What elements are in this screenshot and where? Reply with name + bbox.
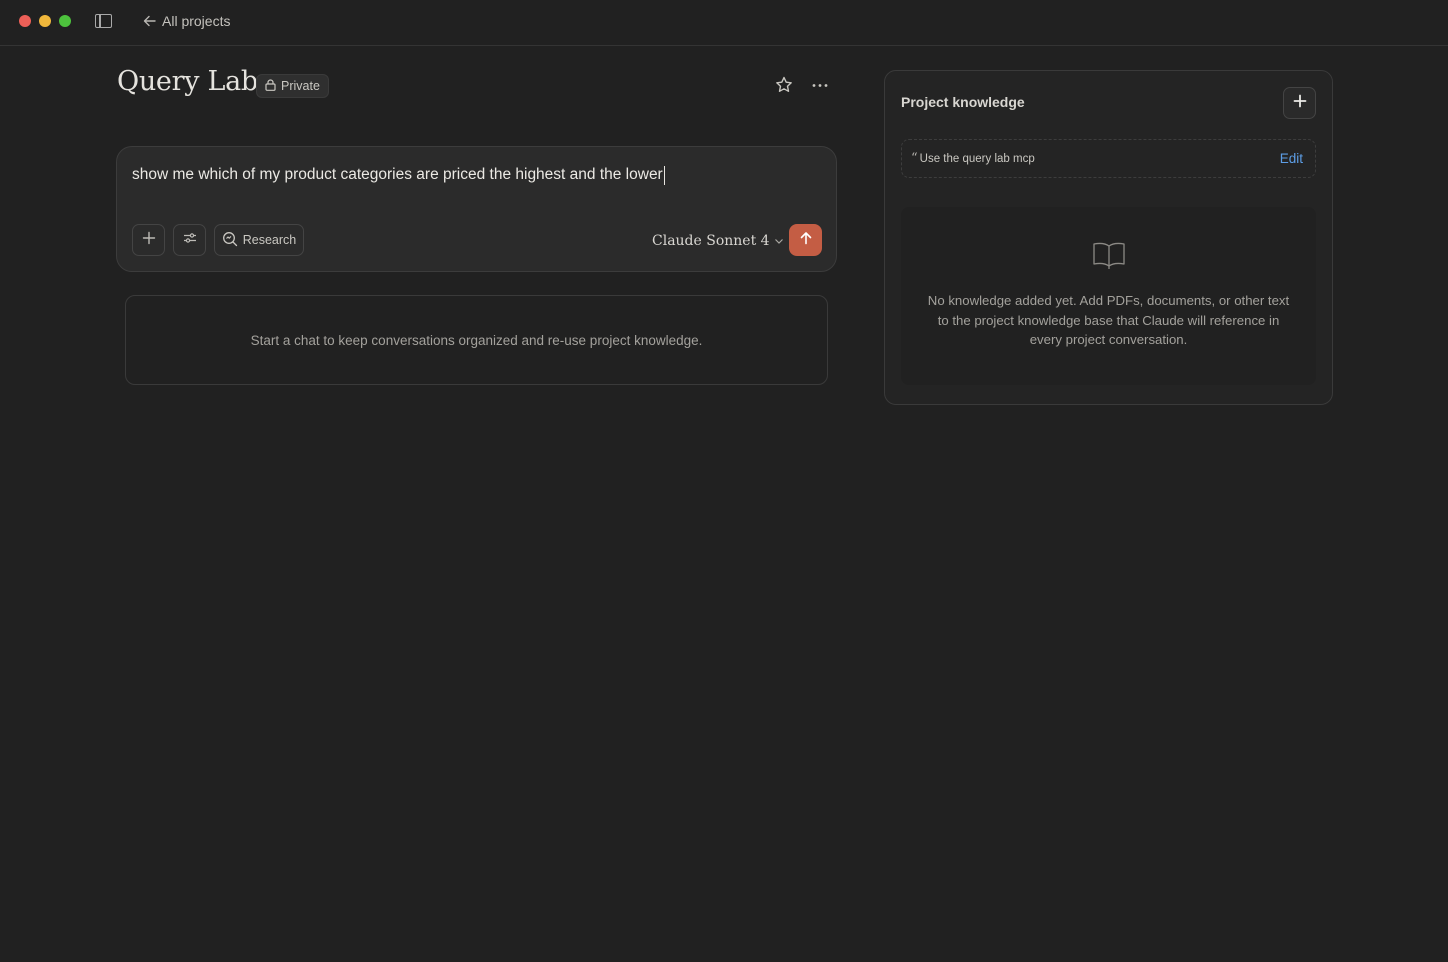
sliders-icon bbox=[183, 231, 197, 249]
window-minimize-button[interactable] bbox=[39, 15, 51, 27]
visibility-badge[interactable]: Private bbox=[256, 74, 329, 98]
lock-icon bbox=[265, 78, 276, 94]
model-label: Claude Sonnet 4 bbox=[652, 233, 770, 249]
title-bar: All projects bbox=[0, 0, 1448, 46]
project-knowledge-panel: Project knowledge “ Use the query lab mc… bbox=[884, 70, 1333, 405]
arrow-left-icon bbox=[143, 15, 156, 27]
research-button[interactable]: Research bbox=[214, 224, 304, 256]
quote-icon: “ bbox=[911, 151, 918, 166]
chat-composer: show me which of my product categories a… bbox=[116, 146, 837, 272]
knowledge-title: Project knowledge bbox=[901, 94, 1025, 110]
research-label: Research bbox=[242, 233, 297, 247]
edit-instructions-link[interactable]: Edit bbox=[1280, 151, 1303, 166]
search-icon bbox=[222, 231, 238, 250]
project-title: Query Lab bbox=[117, 66, 258, 97]
knowledge-empty-state: No knowledge added yet. Add PDFs, docume… bbox=[901, 207, 1316, 385]
back-label: All projects bbox=[162, 13, 231, 29]
project-instructions[interactable]: “ Use the query lab mcp Edit bbox=[901, 139, 1316, 178]
all-projects-link[interactable]: All projects bbox=[143, 11, 230, 31]
message-input-text: show me which of my product categories a… bbox=[132, 166, 663, 183]
add-knowledge-button[interactable] bbox=[1283, 87, 1316, 119]
ellipsis-icon bbox=[810, 82, 830, 99]
model-selector[interactable]: Claude Sonnet 4 bbox=[652, 231, 784, 251]
chevron-down-icon bbox=[774, 233, 784, 249]
conversations-empty-state: Start a chat to keep conversations organ… bbox=[125, 295, 828, 385]
add-content-button[interactable] bbox=[132, 224, 165, 256]
plus-icon bbox=[1293, 94, 1307, 113]
book-open-icon bbox=[1092, 240, 1126, 275]
window-maximize-button[interactable] bbox=[59, 15, 71, 27]
instruction-text: Use the query lab mcp bbox=[919, 152, 1035, 165]
window-close-button[interactable] bbox=[19, 15, 31, 27]
sidebar-icon[interactable] bbox=[95, 14, 112, 28]
visibility-label: Private bbox=[281, 79, 320, 93]
message-input[interactable]: show me which of my product categories a… bbox=[132, 163, 812, 187]
arrow-up-icon bbox=[799, 231, 813, 250]
star-icon bbox=[774, 76, 794, 99]
empty-state-message: Start a chat to keep conversations organ… bbox=[250, 332, 703, 348]
plus-icon bbox=[142, 231, 156, 250]
send-button[interactable] bbox=[789, 224, 822, 256]
star-button[interactable] bbox=[774, 75, 794, 95]
text-caret bbox=[663, 165, 666, 185]
tools-settings-button[interactable] bbox=[173, 224, 206, 256]
knowledge-empty-message: No knowledge added yet. Add PDFs, docume… bbox=[927, 293, 1290, 347]
more-options-button[interactable] bbox=[810, 75, 830, 95]
